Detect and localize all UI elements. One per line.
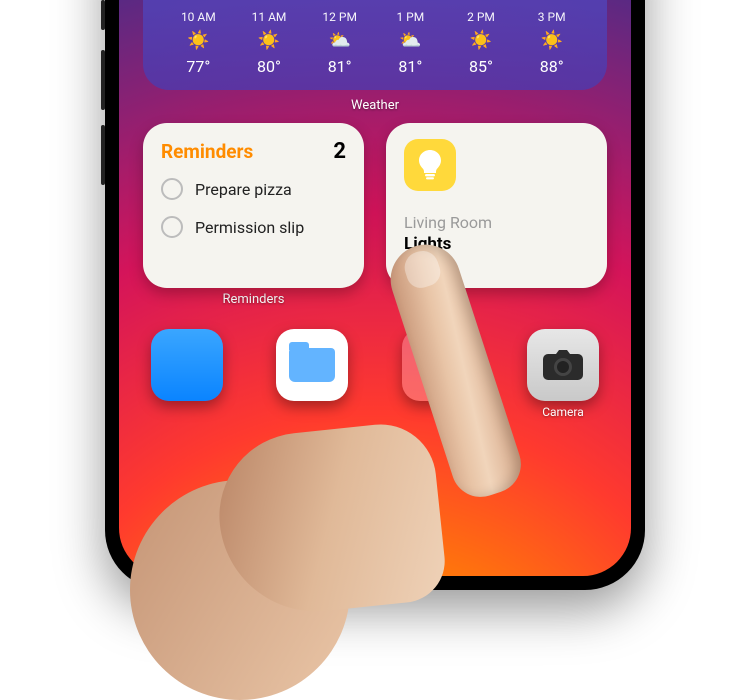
home-screen[interactable]: Sonoma 76° ☀️ Sunny H:82° L:57° 10 AM ☀️… bbox=[119, 0, 631, 576]
forecast-hour: 11 AM ☀️ 80° bbox=[234, 10, 305, 76]
reminder-item[interactable]: Permission slip bbox=[161, 216, 346, 238]
app-icon-row: Camera bbox=[151, 329, 599, 419]
sun-icon: ☀️ bbox=[234, 30, 305, 51]
phone-frame: Sonoma 76° ☀️ Sunny H:82° L:57° 10 AM ☀️… bbox=[105, 0, 645, 590]
app-icon[interactable] bbox=[402, 329, 474, 401]
folder-icon bbox=[289, 348, 335, 382]
home-device-name: Lights bbox=[404, 234, 589, 254]
reminders-widget-label: Reminders bbox=[143, 292, 364, 307]
forecast-hour: 10 AM ☀️ 77° bbox=[163, 10, 234, 76]
lightbulb-icon[interactable] bbox=[404, 139, 456, 191]
reminder-item[interactable]: Prepare pizza bbox=[161, 178, 346, 200]
sun-icon: ☀️ bbox=[163, 30, 234, 51]
hourly-forecast: 10 AM ☀️ 77° 11 AM ☀️ 80° 12 PM ⛅ 81° 1 … bbox=[163, 10, 587, 76]
mute-switch[interactable] bbox=[101, 0, 105, 30]
volume-down-button[interactable] bbox=[101, 125, 105, 185]
partly-cloudy-icon: ⛅ bbox=[375, 30, 446, 51]
partly-cloudy-icon: ⛅ bbox=[304, 30, 375, 51]
reminders-title: Reminders bbox=[161, 140, 253, 163]
forecast-hour: 2 PM ☀️ 85° bbox=[446, 10, 517, 76]
forecast-hour: 12 PM ⛅ 81° bbox=[304, 10, 375, 76]
reminder-check-circle[interactable] bbox=[161, 178, 183, 200]
reminders-widget[interactable]: Reminders 2 Prepare pizza Permission sli… bbox=[143, 123, 364, 288]
weather-widget[interactable]: Sonoma 76° ☀️ Sunny H:82° L:57° 10 AM ☀️… bbox=[143, 0, 607, 90]
app-icon[interactable] bbox=[151, 329, 223, 401]
sun-icon: ☀️ bbox=[516, 30, 587, 51]
volume-up-button[interactable] bbox=[101, 50, 105, 110]
forecast-hour: 1 PM ⛅ 81° bbox=[375, 10, 446, 76]
forecast-hour: 3 PM ☀️ 88° bbox=[516, 10, 587, 76]
camera-app-icon[interactable] bbox=[527, 329, 599, 401]
home-brightness-level: 100% bbox=[404, 254, 589, 272]
files-app-icon[interactable] bbox=[276, 329, 348, 401]
camera-icon bbox=[542, 349, 584, 381]
sun-icon: ☀️ bbox=[446, 30, 517, 51]
camera-app-label: Camera bbox=[527, 405, 599, 419]
home-widget-label bbox=[386, 292, 607, 307]
weather-widget-label: Weather bbox=[119, 98, 631, 113]
reminders-count: 2 bbox=[333, 139, 346, 164]
home-room-label: Living Room bbox=[404, 213, 589, 232]
home-lights-widget[interactable]: Living Room Lights 100% bbox=[386, 123, 607, 288]
reminder-check-circle[interactable] bbox=[161, 216, 183, 238]
